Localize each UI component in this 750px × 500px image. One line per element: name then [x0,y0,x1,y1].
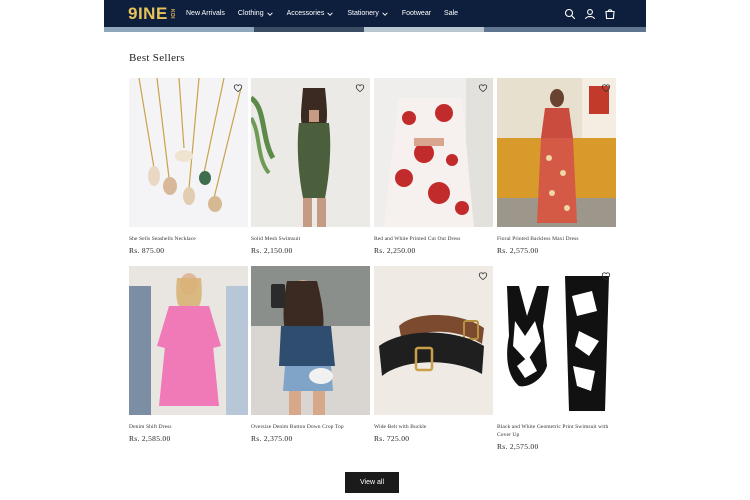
view-all-button[interactable]: View all [345,472,399,493]
product-image[interactable] [374,78,493,227]
hero-banner-edge [104,27,646,32]
nav-item-label: Accessories [286,10,325,17]
logo-side-text: KOI [168,8,175,19]
product-price: Rs. 2,250.00 [374,246,416,255]
main-nav: New Arrivals Clothing Accessories Statio… [186,0,471,27]
chevron-down-icon [327,11,334,16]
product-card[interactable]: Floral Printed Backless Maxi Dress Rs. 2… [497,78,616,255]
wishlist-heart-icon[interactable] [601,83,611,93]
product-card[interactable]: Denim Shift Dress Rs. 2,585.00 [129,266,248,443]
search-icon[interactable] [564,8,576,20]
chevron-down-icon [382,11,388,16]
wishlist-heart-icon[interactable] [601,271,611,281]
product-image[interactable] [251,266,370,415]
header-icons [556,0,616,27]
product-card[interactable]: Oversize Denim Button Down Crop Top Rs. … [251,266,370,443]
cart-icon[interactable] [604,8,616,20]
nav-item-label: Clothing [237,10,264,17]
brand-logo[interactable]: 9INE KOI [128,3,175,23]
product-price: Rs. 2,575.00 [497,246,539,255]
product-image[interactable] [374,266,493,415]
section-title: Best Sellers [129,52,185,64]
product-title[interactable]: Black and White Geometric Print Swimsuit… [497,423,616,439]
product-card[interactable]: Black and White Geometric Print Swimsuit… [497,266,616,451]
product-title[interactable]: Floral Printed Backless Maxi Dress [497,235,616,243]
product-image[interactable] [129,266,248,415]
product-price: Rs. 2,585.00 [129,434,171,443]
product-card[interactable]: Red and White Printed Cut Out Dress Rs. … [374,78,493,255]
product-price: Rs. 875.00 [129,246,165,255]
product-title[interactable]: Denim Shift Dress [129,423,248,431]
nav-item-label: Sale [444,10,459,17]
product-image[interactable] [129,78,248,227]
nav-item-accessories[interactable]: Accessories [287,10,335,18]
wishlist-heart-icon[interactable] [478,271,488,281]
nav-item-label: Footwear [401,10,432,17]
product-image[interactable] [497,266,616,415]
product-image[interactable] [251,78,370,227]
logo-main-text: 9INE [128,3,168,23]
product-price: Rs. 2,150.00 [251,246,293,255]
nav-item-sale[interactable]: Sale [444,10,458,17]
nav-item-label: Stationery [347,10,379,17]
product-title[interactable]: Oversize Denim Button Down Crop Top [251,423,370,431]
product-title[interactable]: Solid Mesh Swimsuit [251,235,370,243]
product-card[interactable]: Solid Mesh Swimsuit Rs. 2,150.00 [251,78,370,255]
nav-item-clothing[interactable]: Clothing [238,10,274,18]
nav-item-stationery[interactable]: Stationery [347,10,389,18]
wishlist-heart-icon[interactable] [478,83,488,93]
product-image[interactable] [497,78,616,227]
wishlist-heart-icon[interactable] [355,83,365,93]
account-icon[interactable] [584,8,596,20]
product-title[interactable]: Red and White Printed Cut Out Dress [374,235,493,243]
wishlist-heart-icon[interactable] [233,83,243,93]
nav-item-footwear[interactable]: Footwear [402,10,431,17]
chevron-down-icon [266,11,273,16]
product-title[interactable]: Wide Belt with Buckle [374,423,493,431]
product-card[interactable]: She Sells Seashells Necklace Rs. 875.00 [129,78,248,255]
product-title[interactable]: She Sells Seashells Necklace [129,235,248,243]
product-price: Rs. 2,375.00 [251,434,293,443]
product-price: Rs. 725.00 [374,434,410,443]
nav-item-new-arrivals[interactable]: New Arrivals [186,10,225,17]
product-price: Rs. 2,575.00 [497,442,539,451]
product-card[interactable]: Wide Belt with Buckle Rs. 725.00 [374,266,493,443]
nav-item-label: New Arrivals [186,10,225,17]
site-header: 9INE KOI New Arrivals Clothing Accessori… [104,0,646,27]
